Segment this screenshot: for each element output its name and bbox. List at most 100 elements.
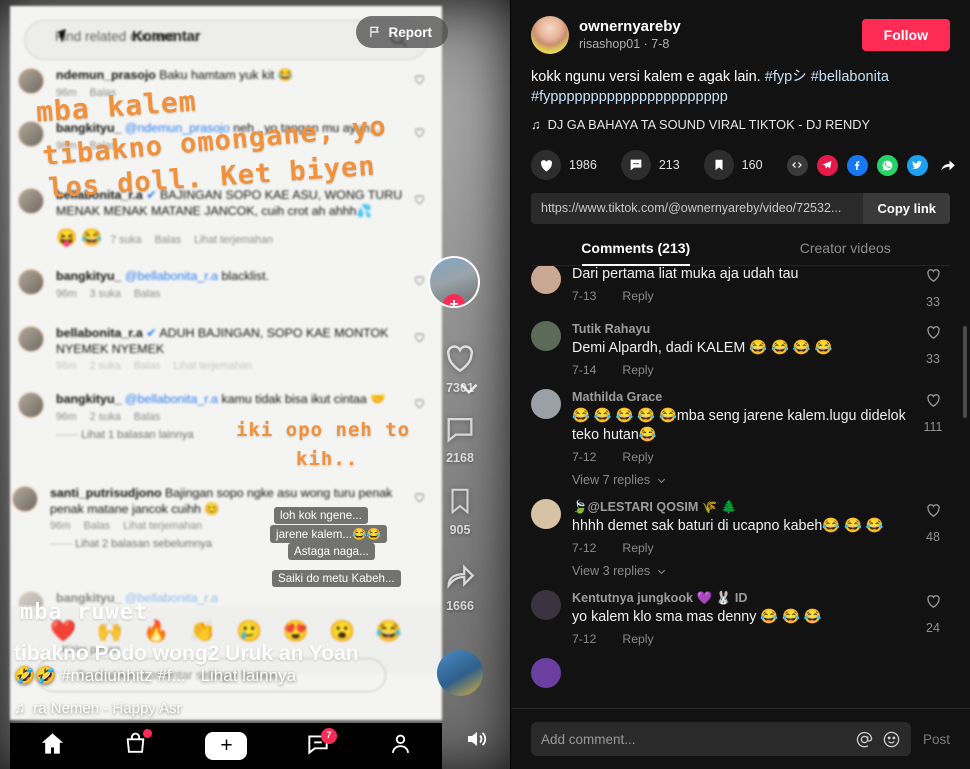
video-music-row[interactable]: ♫ ra Nemen - Happy Asr xyxy=(14,700,430,717)
heart-icon[interactable] xyxy=(413,397,426,410)
post-comment-button[interactable]: Post xyxy=(923,732,950,747)
comment-like-group[interactable]: 24 xyxy=(916,590,950,646)
at-icon[interactable] xyxy=(855,730,874,749)
comment-author[interactable]: 🍃@LESTARI QOSIM 🌾 🌲 xyxy=(572,499,908,516)
avatar[interactable]: + xyxy=(428,256,480,308)
ig-view-replies[interactable]: Lihat 1 balasan lainnya xyxy=(56,429,404,441)
avatar[interactable] xyxy=(531,321,561,351)
heart-icon[interactable] xyxy=(925,593,942,610)
avatar[interactable] xyxy=(531,658,561,688)
tab-comments[interactable]: Comments (213) xyxy=(531,240,741,265)
reply-button[interactable]: Reply xyxy=(622,363,653,377)
music-row[interactable]: ♫ DJ GA BAHAYA TA SOUND VIRAL TIKTOK - D… xyxy=(531,117,950,132)
comment-like-group[interactable]: 48 xyxy=(916,499,950,578)
bookmark-icon[interactable] xyxy=(703,150,734,180)
emoji-joy[interactable]: 😂 xyxy=(376,620,402,644)
ig-emoji-reactions[interactable]: ❤️ 🙌 🔥 👏 🥲 😍 😮 😂 xyxy=(50,620,402,644)
heart-icon[interactable] xyxy=(413,73,426,86)
hashtag-fyp[interactable]: #fypシ xyxy=(765,69,807,85)
embed-icon[interactable] xyxy=(786,154,808,176)
heart-icon[interactable] xyxy=(413,331,426,344)
facebook-icon[interactable] xyxy=(846,154,868,176)
author-username[interactable]: ownernyareby xyxy=(579,18,862,36)
copy-link-button[interactable]: Copy link xyxy=(863,193,950,224)
nav-shop[interactable] xyxy=(123,729,153,761)
emoji-icon[interactable] xyxy=(882,730,901,749)
comment-like-group[interactable]: 33 xyxy=(916,266,950,309)
video-url[interactable]: https://www.tiktok.com/@ownernyareby/vid… xyxy=(531,193,864,224)
avatar[interactable] xyxy=(531,16,569,54)
rail-sound-disc[interactable] xyxy=(428,650,492,696)
comments-list[interactable]: Dari pertama liat muka aja udah tau 7-13… xyxy=(511,266,970,708)
emoji-fire[interactable]: 🔥 xyxy=(143,620,169,644)
follow-plus-icon[interactable]: + xyxy=(443,294,465,306)
rail-profile[interactable]: + xyxy=(428,256,492,308)
emoji-heart-eyes[interactable]: 😍 xyxy=(283,620,309,644)
comment-author[interactable]: Kentutnya jungkook 💜 🐰 ID xyxy=(572,590,908,607)
nav-profile[interactable] xyxy=(388,731,413,761)
comment-like-group[interactable]: 111 xyxy=(916,389,950,487)
next-video-chevron-icon[interactable] xyxy=(456,375,482,401)
avatar[interactable] xyxy=(531,590,561,620)
heart-icon[interactable] xyxy=(925,392,942,409)
heart-icon[interactable] xyxy=(925,502,942,519)
follow-button[interactable]: Follow xyxy=(861,19,950,51)
save-action[interactable]: 160 xyxy=(703,150,763,180)
comment-input-box[interactable]: Add comment... xyxy=(531,722,911,756)
video-player-pane[interactable]: Find related content Komentar ndemun_pra… xyxy=(0,0,510,769)
comment-icon[interactable] xyxy=(620,150,651,180)
view-replies-button[interactable]: View 7 replies xyxy=(572,473,908,487)
share-arrow-icon[interactable] xyxy=(443,560,477,594)
heart-icon[interactable] xyxy=(413,126,426,139)
emoji-raised-hands[interactable]: 🙌 xyxy=(97,620,123,644)
heart-icon[interactable] xyxy=(925,267,942,284)
comment-icon[interactable] xyxy=(443,412,477,446)
view-replies-button[interactable]: View 3 replies xyxy=(572,564,908,578)
home-icon[interactable] xyxy=(39,730,66,757)
bookmark-icon[interactable] xyxy=(445,484,475,518)
comment-like-group[interactable]: 33 xyxy=(916,321,950,377)
bottom-navigation-bar[interactable]: + 7 xyxy=(10,723,442,769)
avatar[interactable] xyxy=(531,389,561,419)
heart-icon[interactable] xyxy=(413,274,426,287)
tab-creator-videos[interactable]: Creator videos xyxy=(741,240,951,265)
rail-bookmark[interactable]: 905 xyxy=(428,484,492,537)
hashtag-fypppp[interactable]: #fypppppppppppppppppppppp xyxy=(531,89,728,105)
reply-button[interactable]: Reply xyxy=(622,541,653,555)
twitter-icon[interactable] xyxy=(906,154,928,176)
avatar[interactable] xyxy=(531,499,561,529)
heart-icon[interactable] xyxy=(531,150,561,180)
emoji-heart[interactable]: ❤️ xyxy=(50,620,76,644)
report-button[interactable]: Report xyxy=(355,16,448,48)
comment-input-placeholder[interactable]: Add comment... xyxy=(541,732,847,747)
whatsapp-icon[interactable] xyxy=(876,154,898,176)
telegram-icon[interactable] xyxy=(816,154,838,176)
see-more-label[interactable]: Lihat lainnya xyxy=(201,666,296,685)
comment-author[interactable]: Tutik Rahayu xyxy=(572,321,908,338)
emoji-surprised[interactable]: 😮 xyxy=(329,620,355,644)
share-arrow-icon[interactable] xyxy=(937,155,959,176)
hashtag-bellabonita[interactable]: #bellabonita xyxy=(811,69,889,85)
profile-icon[interactable] xyxy=(388,731,413,756)
nav-home[interactable] xyxy=(39,730,66,762)
emoji-hold-tears[interactable]: 🥲 xyxy=(236,620,262,644)
comments-scrollbar[interactable] xyxy=(963,266,967,708)
like-action[interactable]: 1986 xyxy=(531,150,597,180)
avatar[interactable] xyxy=(531,266,561,294)
create-video-button[interactable]: + xyxy=(201,732,252,760)
reply-button[interactable]: Reply xyxy=(622,632,653,646)
comment-author[interactable]: Mathilda Grace xyxy=(572,389,908,406)
scrollbar-thumb[interactable] xyxy=(963,326,967,418)
reply-button[interactable]: Reply xyxy=(622,289,653,303)
heart-icon[interactable] xyxy=(442,340,478,376)
heart-icon[interactable] xyxy=(413,491,426,504)
comment-action[interactable]: 213 xyxy=(620,150,680,180)
emoji-clap[interactable]: 👏 xyxy=(190,620,216,644)
volume-icon[interactable] xyxy=(464,727,488,751)
heart-icon[interactable] xyxy=(413,193,426,206)
nav-inbox[interactable]: 7 xyxy=(305,727,337,762)
reply-button[interactable]: Reply xyxy=(622,450,653,464)
rail-share[interactable]: 1666 xyxy=(428,560,492,613)
rail-comment[interactable]: 2168 xyxy=(428,412,492,465)
heart-icon[interactable] xyxy=(925,324,942,341)
